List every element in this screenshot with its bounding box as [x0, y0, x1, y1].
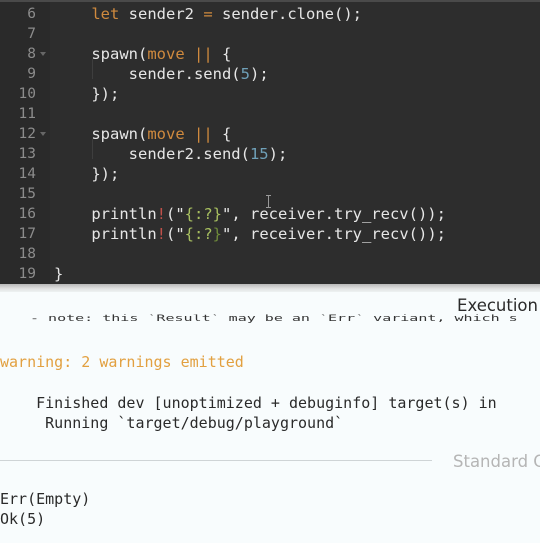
code-text: } [54, 264, 63, 284]
code-editor[interactable]: 6 let sender2 = sender.clone(); 7 8 spawn(… [0, 0, 540, 284]
fold-arrow-icon[interactable] [40, 52, 46, 56]
execution-section-header: Execution [457, 296, 538, 315]
line-number: 13 [18, 146, 36, 162]
code-line[interactable]: 17 println!("{:?}", receiver.try_recv())… [0, 224, 540, 244]
token-kw: move [147, 45, 185, 63]
token: ", receiver.try_recv()); [222, 225, 446, 243]
token-kw: let [91, 5, 120, 23]
indent-guide [92, 59, 93, 79]
token: }); [54, 165, 120, 183]
code-text: }); [54, 84, 119, 104]
code-line[interactable]: 18 [0, 244, 540, 264]
code-line[interactable]: 7 [0, 24, 540, 44]
section-divider [0, 460, 432, 461]
line-number: 12 [18, 126, 36, 142]
token: { [212, 45, 232, 63]
token-brk: } [212, 225, 223, 243]
stdout-line: Err(Empty) [0, 490, 91, 508]
token: ); [249, 65, 269, 83]
code-line[interactable]: 12 spawn(move || { [0, 124, 540, 144]
line-number: 14 [18, 166, 36, 182]
code-text: spawn(move || { [54, 44, 231, 64]
output-pane: Execution - note: this `Result` may be a… [0, 292, 540, 543]
token-str: {:? [184, 225, 213, 243]
token: println [54, 225, 157, 243]
token: } [54, 265, 64, 283]
token: spawn( [54, 45, 148, 63]
line-number: 11 [18, 106, 36, 122]
token-mac: ! [156, 205, 166, 223]
code-text: println!("{:?}", receiver.try_recv()); [54, 204, 446, 224]
token: ); [268, 145, 288, 163]
code-line[interactable]: 14 }); [0, 164, 540, 184]
code-line[interactable]: 13 sender2.send(15); [0, 144, 540, 164]
line-number: 18 [18, 246, 36, 262]
line-number: 16 [18, 206, 36, 222]
code-line[interactable]: 9 sender.send(5); [0, 64, 540, 84]
line-number: 9 [27, 66, 36, 82]
compiler-note-line: - note: this `Result` may be an `Err` va… [30, 312, 518, 324]
token: spawn( [54, 125, 148, 143]
token: println [54, 205, 157, 223]
line-number: 15 [18, 186, 36, 202]
indent-guide [92, 139, 93, 159]
code-line[interactable]: 8 spawn(move || { [0, 44, 540, 64]
token: (" [166, 225, 185, 243]
pane-resize-handle[interactable] [0, 284, 540, 292]
code-text: sender2.send(15); [54, 144, 288, 164]
token-kw: = [203, 5, 213, 23]
line-number: 7 [27, 26, 36, 42]
standard-output-section-header: Standard O [453, 452, 540, 471]
line-number: 8 [27, 46, 36, 62]
line-number: 6 [27, 6, 36, 22]
code-line[interactable]: 19} [0, 264, 540, 284]
code-text: println!("{:?}", receiver.try_recv()); [54, 224, 446, 244]
token: { [212, 125, 232, 143]
token-num: 15 [249, 145, 269, 163]
code-text: sender.send(5); [54, 64, 269, 84]
text-cursor-ibeam-icon [266, 195, 274, 208]
code-line[interactable]: 6 let sender2 = sender.clone(); [0, 4, 540, 24]
stdout-line: Ok(5) [0, 510, 46, 528]
token-mac: ! [156, 225, 166, 243]
token: sender2.send( [54, 145, 250, 163]
code-line[interactable]: 10 }); [0, 84, 540, 104]
code-text: }); [54, 164, 119, 184]
code-text: let sender2 = sender.clone(); [54, 4, 362, 24]
token-kw: || [194, 125, 213, 143]
token-kw: || [194, 45, 213, 63]
running-line: Running `target/debug/playground` [0, 414, 344, 432]
token: sender.clone(); [212, 5, 362, 23]
token: }); [54, 85, 120, 103]
token: sender.send( [54, 65, 241, 83]
fold-arrow-icon[interactable] [40, 132, 46, 136]
token: sender2 [119, 5, 204, 23]
code-line[interactable]: 11 [0, 104, 540, 124]
token-num: 5 [240, 65, 250, 83]
token: ", receiver.try_recv()); [222, 205, 446, 223]
token: (" [166, 205, 185, 223]
line-number: 10 [18, 86, 36, 102]
finished-line: Finished dev [unoptimized + debuginfo] t… [0, 394, 506, 412]
line-number: 19 [18, 266, 36, 282]
compiler-warning-line: warning: 2 warnings emitted [0, 353, 244, 371]
code-text: spawn(move || { [54, 124, 231, 144]
line-number: 17 [18, 226, 36, 242]
token-kw: move [147, 125, 185, 143]
token-str: {:?} [184, 205, 222, 223]
